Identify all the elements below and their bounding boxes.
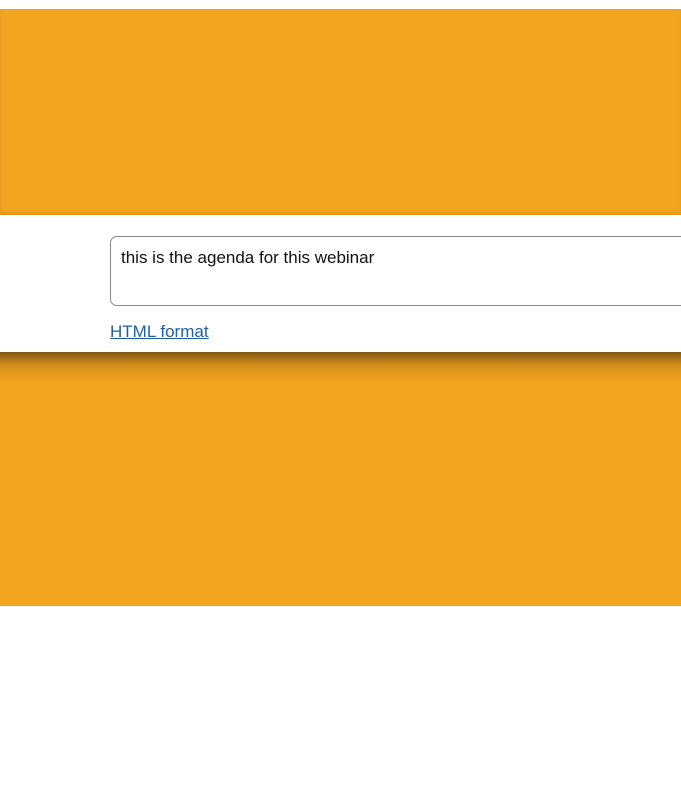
agenda-panel: this is the agenda for this webinar HTML… [0,215,681,352]
top-strip [0,0,681,9]
orange-band-top [0,9,681,215]
page: this is the agenda for this webinar HTML… [0,0,681,803]
agenda-textarea[interactable]: this is the agenda for this webinar [110,236,681,306]
panel-drop-shadow [0,352,681,382]
html-format-link[interactable]: HTML format [110,322,209,342]
orange-band-bottom [0,352,681,606]
